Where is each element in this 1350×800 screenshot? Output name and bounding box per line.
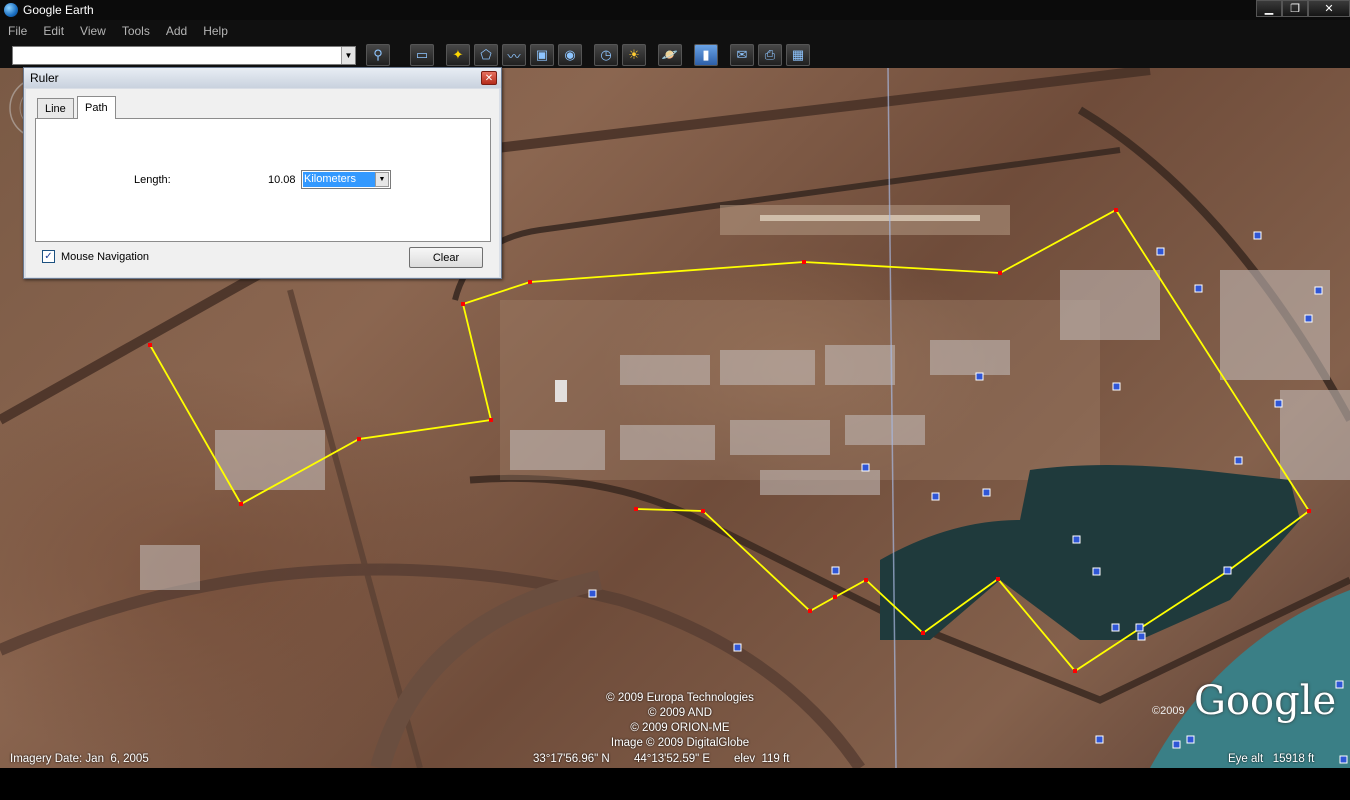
search-button[interactable]: ⚲ [366, 44, 390, 66]
map-attribution: © 2009 Europa Technologies © 2009 AND © … [560, 691, 800, 751]
print-icon: ⎙ [764, 47, 776, 62]
length-label: Length: [134, 174, 171, 186]
attribution-line: © 2009 Europa Technologies [606, 692, 754, 704]
menu-view[interactable]: View [72, 24, 114, 38]
path-icon: 〰 [507, 48, 521, 64]
google-logo: Google [1194, 678, 1337, 724]
ruler-close-button[interactable]: ✕ [481, 71, 497, 85]
record-tour-icon: ◉ [564, 47, 576, 62]
attribution-line: © 2009 ORION-ME [630, 722, 730, 734]
mouse-navigation-option: ✓ Mouse Navigation [42, 250, 149, 263]
planets-icon: 🪐 [661, 47, 679, 62]
water-body [880, 465, 1300, 640]
close-icon: ✕ [484, 72, 494, 84]
ruler-dialog-title: Ruler [24, 68, 501, 88]
mouse-navigation-checkbox[interactable]: ✓ [42, 250, 55, 263]
historical-imagery-button[interactable]: ◷ [594, 44, 618, 66]
path-button[interactable]: 〰 [502, 44, 526, 66]
sunlight-icon: ☀ [628, 47, 640, 62]
placemark-button[interactable]: ✦ [446, 44, 470, 66]
historical-imagery-icon: ◷ [600, 47, 612, 62]
polygon-button[interactable]: ⬠ [474, 44, 498, 66]
clear-button[interactable]: Clear [409, 247, 483, 268]
menu-bar: File Edit View Tools Add Help [0, 20, 1350, 42]
email-icon: ✉ [736, 47, 748, 62]
ruler-icon: ▮ [702, 47, 710, 62]
ruler-dialog-body: Line Path Length: 10.08 Kilometers ▼ ✓ M… [26, 89, 499, 277]
search-input[interactable]: ▼ [12, 45, 356, 65]
toolbar: ▼ ⚲ ▭ ✦ ⬠ 〰 ▣ ◉ ◷ ☀ 🪐 ▮ ✉ ⎙ ▦ [0, 42, 1350, 68]
polygon-icon: ⬠ [480, 47, 492, 62]
menu-help[interactable]: Help [195, 24, 236, 38]
ruler-button[interactable]: ▮ [694, 44, 718, 66]
google-copyright: ©2009 [1152, 705, 1185, 717]
sidebar-icon: ▭ [415, 47, 429, 62]
attribution-line: Image © 2009 DigitalGlobe [610, 737, 750, 749]
view-in-maps-button[interactable]: ▦ [786, 44, 810, 66]
record-tour-button[interactable]: ◉ [558, 44, 582, 66]
window-title: Google Earth [23, 3, 94, 17]
window-controls: ▁ ❐ ✕ [1256, 0, 1350, 17]
email-button[interactable]: ✉ [730, 44, 754, 66]
path-tab-panel: Length: 10.08 Kilometers ▼ [35, 118, 491, 242]
sunlight-button[interactable]: ☀ [622, 44, 646, 66]
overlay-button[interactable]: ▣ [530, 44, 554, 66]
restore-button[interactable]: ❐ [1282, 0, 1308, 17]
view-in-maps-icon: ▦ [791, 47, 805, 62]
minimize-button[interactable]: ▁ [1256, 0, 1282, 17]
menu-add[interactable]: Add [158, 24, 195, 38]
latitude-readout: 33°17'56.96" N [533, 753, 610, 765]
sidebar-button[interactable]: ▭ [410, 44, 434, 66]
print-button[interactable]: ⎙ [758, 44, 782, 66]
tab-line[interactable]: Line [37, 98, 74, 118]
unit-select[interactable]: Kilometers ▼ [301, 170, 391, 189]
unit-selected-value: Kilometers [303, 172, 376, 187]
menu-file[interactable]: File [0, 24, 35, 38]
search-dropdown-button[interactable]: ▼ [341, 46, 355, 64]
tab-path[interactable]: Path [77, 96, 116, 119]
length-value: 10.08 [268, 174, 296, 186]
eye-altitude-readout: Eye alt 15918 ft [1228, 753, 1315, 765]
imagery-date: Imagery Date: Jan 6, 2005 [10, 753, 149, 765]
window-bottom-border [0, 768, 1350, 800]
title-bar: Google Earth ▁ ❐ ✕ [0, 0, 1350, 20]
ruler-dialog: Ruler ✕ Line Path Length: 10.08 Kilomete… [23, 67, 502, 279]
overlay-icon: ▣ [535, 47, 549, 62]
close-button[interactable]: ✕ [1308, 0, 1350, 17]
status-bar: Imagery Date: Jan 6, 2005 33°17'56.96" N… [0, 752, 1350, 768]
planets-button[interactable]: 🪐 [658, 44, 682, 66]
attribution-line: © 2009 AND [647, 707, 713, 719]
google-earth-icon [4, 3, 18, 17]
menu-edit[interactable]: Edit [35, 24, 72, 38]
elevation-readout: elev 119 ft [734, 753, 790, 765]
chevron-down-icon[interactable]: ▼ [375, 172, 389, 187]
search-icon: ⚲ [373, 47, 383, 62]
menu-tools[interactable]: Tools [114, 24, 158, 38]
placemark-icon: ✦ [452, 47, 464, 62]
mouse-navigation-label: Mouse Navigation [61, 250, 150, 263]
longitude-readout: 44°13'52.59" E [634, 753, 711, 765]
